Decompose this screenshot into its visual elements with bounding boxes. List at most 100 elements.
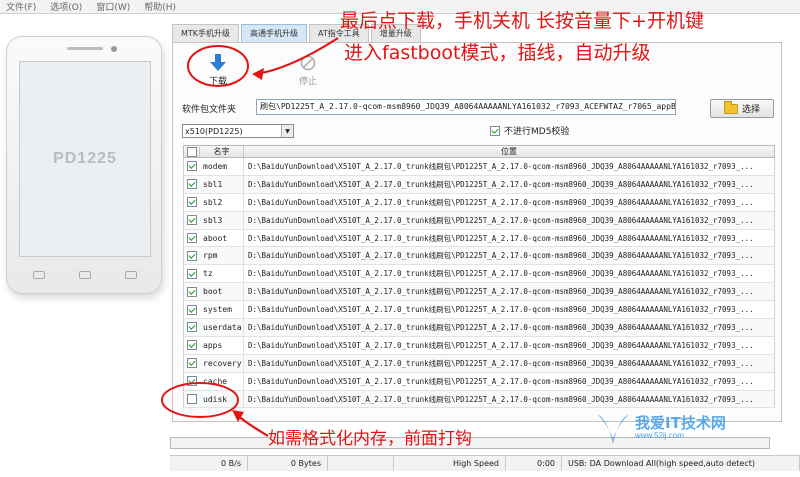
column-header-location[interactable]: 位置: [244, 146, 774, 157]
watermark-text: 我爱IT技术网: [635, 413, 726, 432]
select-all-cell: [184, 146, 200, 157]
status-mode: High Speed: [394, 456, 506, 471]
bird-logo-icon: [597, 414, 629, 444]
status-info: USB: DA Download All(high speed,auto det…: [562, 456, 800, 471]
folder-icon: [723, 100, 738, 114]
choose-folder-button[interactable]: 选择: [710, 99, 774, 118]
partition-name: cache: [200, 372, 244, 390]
partition-name: udisk: [200, 390, 244, 408]
partition-name: sbl2: [200, 193, 244, 211]
chevron-down-icon[interactable]: ▼: [281, 125, 293, 137]
stop-button-label: 停止: [298, 77, 317, 87]
row-checkbox[interactable]: [187, 250, 197, 261]
partition-table: 名字 位置 modem D:\BaiduYunDownload\X510T_A_2…: [183, 145, 775, 409]
partition-name: apps: [200, 336, 244, 354]
partition-path: D:\BaiduYunDownload\X510T_A_2.17.0_trunk…: [248, 340, 754, 350]
stop-icon: [296, 52, 320, 74]
status-speed: 0 B/s: [170, 456, 248, 471]
table-row[interactable]: userdata D:\BaiduYunDownload\X510T_A_2.17…: [183, 319, 775, 337]
download-button[interactable]: 下载: [200, 52, 236, 87]
partition-name: system: [200, 301, 244, 319]
table-row[interactable]: sbl1 D:\BaiduYunDownload\X510T_A_2.17.0_t…: [183, 175, 775, 194]
row-checkbox[interactable]: [187, 215, 197, 226]
row-checkbox[interactable]: [187, 286, 197, 297]
tab-mtk-upgrade[interactable]: MTK手机升级: [172, 24, 240, 42]
tab-qualcomm-upgrade[interactable]: 高通手机升级: [241, 24, 308, 42]
download-arrow-icon: [206, 52, 230, 74]
phone-camera: [111, 46, 117, 52]
table-row[interactable]: aboot D:\BaiduYunDownload\X510T_A_2.17.0_…: [183, 229, 775, 248]
menu-file[interactable]: 文件(F): [6, 0, 36, 13]
partition-name: sbl3: [200, 211, 244, 229]
platform-select[interactable]: x510(PD1225) ▼: [182, 124, 294, 138]
select-all-checkbox[interactable]: [186, 146, 197, 157]
row-checkbox[interactable]: [187, 340, 197, 351]
table-row[interactable]: udisk D:\BaiduYunDownload\X510T_A_2.17.0_…: [183, 390, 775, 409]
status-spacer: [328, 456, 394, 471]
partition-path: D:\BaiduYunDownload\X510T_A_2.17.0_trunk…: [248, 215, 754, 225]
row-checkbox[interactable]: [187, 376, 197, 387]
column-header-name[interactable]: 名字: [200, 146, 244, 157]
stop-button[interactable]: 停止: [290, 52, 326, 87]
partition-path: D:\BaiduYunDownload\X510T_A_2.17.0_trunk…: [248, 161, 754, 171]
row-checkbox[interactable]: [187, 233, 197, 243]
status-bar: 0 B/s 0 Bytes High Speed 0:00 USB: DA Do…: [170, 455, 800, 471]
phone-model-label: PD1225: [53, 150, 117, 167]
partition-path: D:\BaiduYunDownload\X510T_A_2.17.0_trunk…: [248, 287, 754, 297]
partition-path: D:\BaiduYunDownload\X510T_A_2.17.0_trunk…: [248, 197, 754, 207]
row-checkbox[interactable]: [187, 394, 197, 405]
partition-path: D:\BaiduYunDownload\X510T_A_2.17.0_trunk…: [248, 358, 754, 368]
skip-md5-checkbox[interactable]: [490, 125, 500, 136]
table-row[interactable]: tz D:\BaiduYunDownload\X510T_A_2.17.0_tru…: [183, 265, 775, 284]
table-row[interactable]: sbl3 D:\BaiduYunDownload\X510T_A_2.17.0_t…: [183, 211, 775, 230]
menu-window[interactable]: 窗口(W): [96, 0, 130, 13]
package-folder-input[interactable]: 刷包\PD1225T_A_2.17.0-qcom-msm8960_JDQ39_A…: [256, 99, 676, 115]
table-row[interactable]: sbl2 D:\BaiduYunDownload\X510T_A_2.17.0_t…: [183, 193, 775, 212]
platform-selected-value: x510(PD1225): [185, 126, 243, 136]
table-header: 名字 位置: [183, 145, 775, 158]
partition-path: D:\BaiduYunDownload\X510T_A_2.17.0_trunk…: [248, 322, 754, 332]
table-row[interactable]: modem D:\BaiduYunDownload\X510T_A_2.17.0_…: [183, 158, 775, 176]
back-key-icon: [125, 271, 137, 279]
row-checkbox[interactable]: [187, 358, 197, 369]
partition-name: tz: [200, 265, 244, 283]
table-row[interactable]: boot D:\BaiduYunDownload\X510T_A_2.17.0_t…: [183, 283, 775, 302]
partition-name: aboot: [200, 229, 244, 247]
partition-name: sbl1: [200, 175, 244, 193]
phone-screen: PD1225: [19, 61, 151, 257]
row-checkbox[interactable]: [187, 322, 197, 333]
partition-path: D:\BaiduYunDownload\X510T_A_2.17.0_trunk…: [248, 179, 754, 189]
phone-keys: [33, 271, 137, 279]
partition-name: userdata: [200, 319, 244, 336]
menu-key-icon: [33, 271, 45, 279]
phone-image: PD1225: [6, 36, 162, 294]
menu-help[interactable]: 帮助(H): [144, 0, 176, 13]
skip-md5-option[interactable]: 不进行MD5校验: [490, 124, 569, 137]
row-checkbox[interactable]: [187, 161, 197, 172]
skip-md5-label: 不进行MD5校验: [504, 127, 570, 137]
partition-path: D:\BaiduYunDownload\X510T_A_2.17.0_trunk…: [248, 233, 754, 243]
table-row[interactable]: apps D:\BaiduYunDownload\X510T_A_2.17.0_t…: [183, 336, 775, 355]
menu-options[interactable]: 选项(O): [50, 0, 82, 13]
row-checkbox[interactable]: [187, 179, 197, 190]
package-folder-label: 软件包文件夹: [182, 105, 237, 115]
table-row[interactable]: cache D:\BaiduYunDownload\X510T_A_2.17.0_…: [183, 372, 775, 391]
status-time: 0:00: [506, 456, 562, 471]
phone-earpiece: [67, 47, 103, 50]
partition-path: D:\BaiduYunDownload\X510T_A_2.17.0_trunk…: [248, 394, 754, 404]
partition-path: D:\BaiduYunDownload\X510T_A_2.17.0_trunk…: [248, 305, 754, 315]
home-key-icon: [79, 271, 91, 279]
partition-name: boot: [200, 283, 244, 301]
table-row[interactable]: rpm D:\BaiduYunDownload\X510T_A_2.17.0_tr…: [183, 247, 775, 266]
row-checkbox[interactable]: [187, 304, 197, 315]
download-button-label: 下载: [208, 77, 227, 87]
table-row[interactable]: system D:\BaiduYunDownload\X510T_A_2.17.0…: [183, 301, 775, 320]
choose-button-label: 选择: [741, 105, 760, 115]
partition-name: recovery: [200, 354, 244, 372]
partition-name: modem: [200, 158, 244, 175]
table-row[interactable]: recovery D:\BaiduYunDownload\X510T_A_2.17…: [183, 354, 775, 373]
row-checkbox[interactable]: [187, 197, 197, 208]
row-checkbox[interactable]: [187, 268, 197, 279]
status-bytes: 0 Bytes: [248, 456, 328, 471]
site-watermark: 我爱IT技术网 www.52ij.com: [595, 408, 726, 448]
